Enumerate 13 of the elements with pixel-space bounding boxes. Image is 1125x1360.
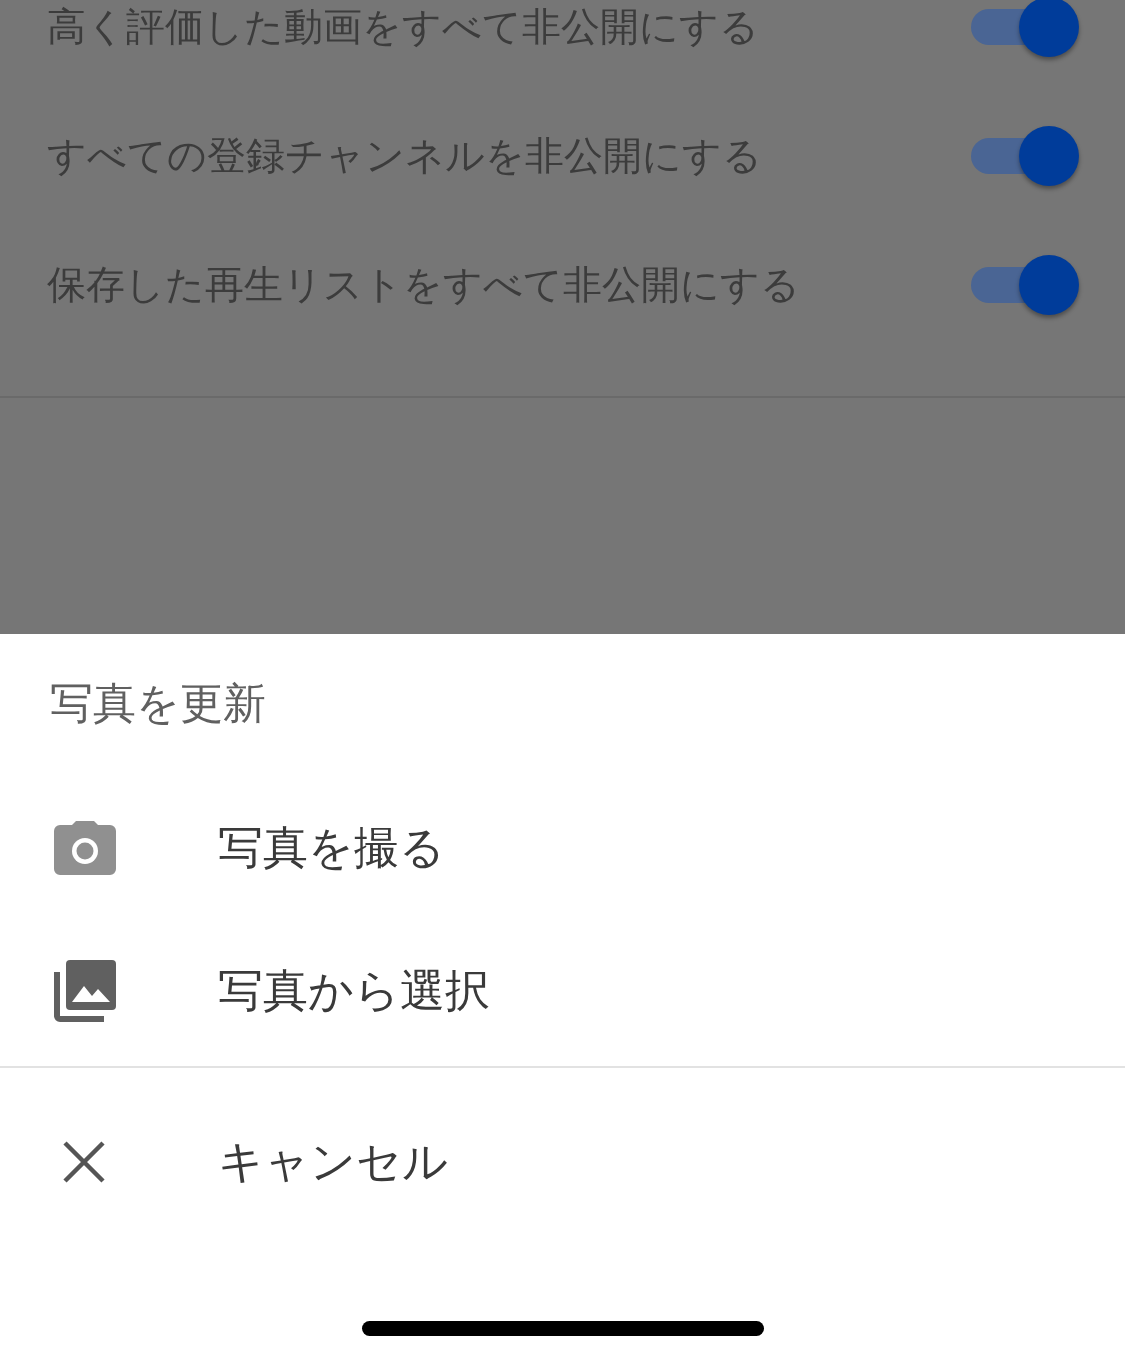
menu-item[interactable]: 写真を撮る [218, 817, 445, 878]
toggle-switch[interactable] [971, 0, 1079, 57]
photo-library-icon [54, 959, 116, 1022]
menu-item[interactable]: 写真から選択 [218, 960, 490, 1021]
setting-label: 保存した再生リストをすべて非公開にする [47, 260, 801, 309]
toggle-switch[interactable] [971, 254, 1079, 315]
close-icon [62, 1139, 106, 1184]
sheet-title: 写真を更新 [50, 677, 266, 730]
toggle-switch[interactable] [971, 125, 1079, 186]
setting-label: 高く評価した動画をすべて非公開にする [47, 2, 760, 51]
camera-icon [54, 820, 116, 875]
setting-label: すべての登録チャンネルを非公開にする [47, 131, 763, 180]
menu-item[interactable]: キャンセル [218, 1131, 448, 1192]
